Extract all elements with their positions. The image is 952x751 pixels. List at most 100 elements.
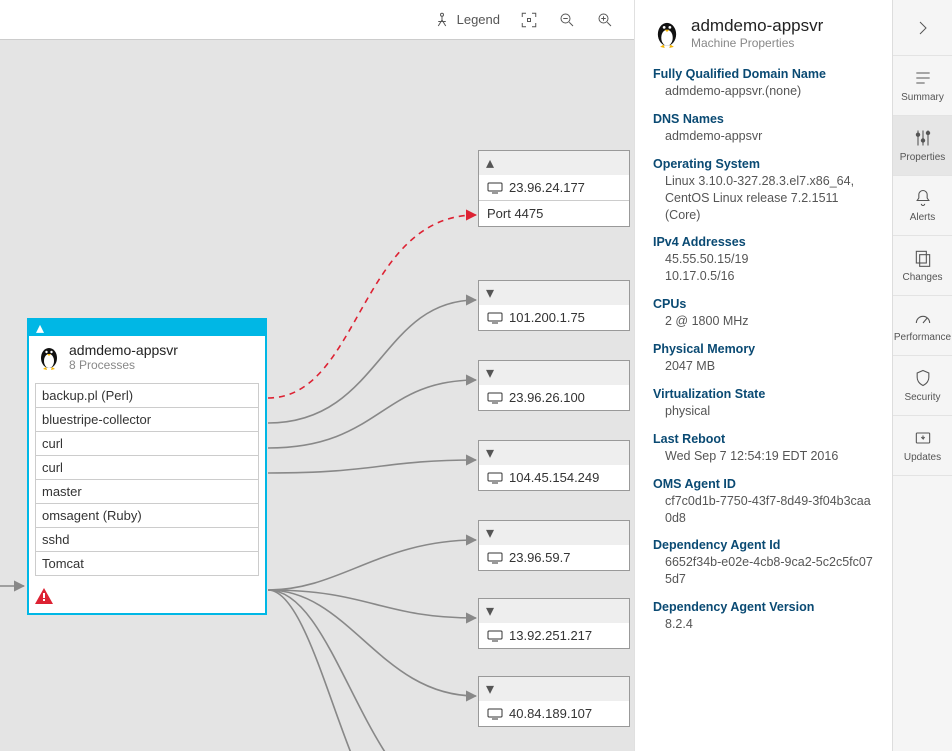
process-list: backup.pl (Perl) bluestripe-collector cu… (29, 383, 265, 582)
target-node[interactable]: 23.96.59.7 (478, 520, 630, 571)
prop-key: IPv4 Addresses (653, 235, 876, 249)
process-item[interactable]: bluestripe-collector (35, 407, 259, 432)
prop-val: 2 @ 1800 MHz (653, 313, 876, 330)
legend-button[interactable]: Legend (433, 11, 500, 29)
chevron-down-icon (485, 679, 495, 699)
collapse-panel-button[interactable] (893, 0, 952, 56)
target-ip: 40.84.189.107 (509, 706, 592, 721)
rail-label: Performance (894, 332, 951, 343)
process-item[interactable]: backup.pl (Perl) (35, 383, 259, 408)
properties-panel: admdemo-appsvr Machine Properties Fully … (634, 0, 892, 751)
props-title: admdemo-appsvr (691, 16, 823, 36)
prop-key: Last Reboot (653, 432, 876, 446)
zoom-in-icon (596, 11, 614, 29)
chevron-up-icon (35, 318, 45, 338)
prop-key: Operating System (653, 157, 876, 171)
rail-label: Alerts (910, 212, 936, 223)
fit-button[interactable] (520, 11, 538, 29)
prop-val: admdemo-appsvr (653, 128, 876, 145)
target-node[interactable]: 13.92.251.217 (478, 598, 630, 649)
process-item[interactable]: curl (35, 431, 259, 456)
prop-val: admdemo-appsvr.(none) (653, 83, 876, 100)
prop-val: Wed Sep 7 12:54:19 EDT 2016 (653, 448, 876, 465)
target-toggle[interactable] (479, 521, 629, 545)
rail-changes[interactable]: Changes (893, 236, 952, 296)
target-ip: 104.45.154.249 (509, 470, 599, 485)
machine-node-selected[interactable]: admdemo-appsvr 8 Processes backup.pl (Pe… (27, 318, 267, 615)
chevron-down-icon (485, 443, 495, 463)
rail-label: Updates (904, 452, 941, 463)
machine-collapse-bar[interactable] (29, 320, 265, 336)
target-node[interactable]: 23.96.24.177 Port 4475 (478, 150, 630, 227)
monitor-icon (487, 630, 503, 642)
target-node[interactable]: 23.96.26.100 (478, 360, 630, 411)
target-toggle[interactable] (479, 599, 629, 623)
prop-val: physical (653, 403, 876, 420)
target-toggle[interactable] (479, 151, 629, 175)
chevron-right-icon (914, 19, 932, 37)
map-toolbar: Legend (0, 0, 634, 40)
target-toggle[interactable] (479, 441, 629, 465)
prop-key: Virtualization State (653, 387, 876, 401)
target-ip: 23.96.59.7 (509, 550, 570, 565)
linux-icon (37, 342, 61, 375)
monitor-icon (487, 312, 503, 324)
target-ip: 101.200.1.75 (509, 310, 585, 325)
process-item[interactable]: omsagent (Ruby) (35, 503, 259, 528)
prop-val: cf7c0d1b-7750-43f7-8d49-3f04b3caa0d8 (653, 493, 876, 527)
target-toggle[interactable] (479, 361, 629, 385)
rail-updates[interactable]: Updates (893, 416, 952, 476)
dependency-map-canvas[interactable]: admdemo-appsvr 8 Processes backup.pl (Pe… (0, 40, 634, 751)
prop-val: 45.55.50.15/19 10.17.0.5/16 (653, 251, 876, 285)
gauge-icon (913, 308, 933, 328)
target-toggle[interactable] (479, 281, 629, 305)
process-item[interactable]: curl (35, 455, 259, 480)
chevron-down-icon (485, 363, 495, 383)
target-node[interactable]: 40.84.189.107 (478, 676, 630, 727)
monitor-icon (487, 472, 503, 484)
bell-icon (913, 188, 933, 208)
prop-key: Dependency Agent Version (653, 600, 876, 614)
fit-icon (520, 11, 538, 29)
monitor-icon (487, 182, 503, 194)
monitor-icon (487, 392, 503, 404)
rail-label: Properties (900, 152, 946, 163)
machine-name: admdemo-appsvr (69, 342, 178, 358)
prop-val: 8.2.4 (653, 616, 876, 633)
rail-performance[interactable]: Performance (893, 296, 952, 356)
prop-key: Fully Qualified Domain Name (653, 67, 876, 81)
target-ip: 23.96.24.177 (509, 180, 585, 195)
zoom-out-button[interactable] (558, 11, 576, 29)
monitor-icon (487, 552, 503, 564)
process-item[interactable]: sshd (35, 527, 259, 552)
rail-alerts[interactable]: Alerts (893, 176, 952, 236)
prop-key: Dependency Agent Id (653, 538, 876, 552)
process-item[interactable]: master (35, 479, 259, 504)
chevron-down-icon (485, 283, 495, 303)
summary-icon (913, 68, 933, 88)
props-subtitle: Machine Properties (691, 36, 823, 50)
target-ip: 13.92.251.217 (509, 628, 592, 643)
process-item[interactable]: Tomcat (35, 551, 259, 576)
rail-label: Summary (901, 92, 944, 103)
linux-icon (653, 16, 681, 53)
prop-key: DNS Names (653, 112, 876, 126)
rail-summary[interactable]: Summary (893, 56, 952, 116)
alert-icon[interactable] (35, 588, 265, 609)
prop-key: Physical Memory (653, 342, 876, 356)
zoom-in-button[interactable] (596, 11, 614, 29)
chevron-down-icon (485, 523, 495, 543)
chevron-up-icon (485, 153, 495, 173)
target-ip: 23.96.26.100 (509, 390, 585, 405)
machine-subtitle: 8 Processes (69, 358, 178, 372)
target-toggle[interactable] (479, 677, 629, 701)
shield-icon (913, 368, 933, 388)
legend-label: Legend (457, 12, 500, 27)
target-node[interactable]: 104.45.154.249 (478, 440, 630, 491)
rail-properties[interactable]: Properties (893, 116, 952, 176)
zoom-out-icon (558, 11, 576, 29)
monitor-icon (487, 708, 503, 720)
prop-val: 2047 MB (653, 358, 876, 375)
rail-security[interactable]: Security (893, 356, 952, 416)
target-node[interactable]: 101.200.1.75 (478, 280, 630, 331)
